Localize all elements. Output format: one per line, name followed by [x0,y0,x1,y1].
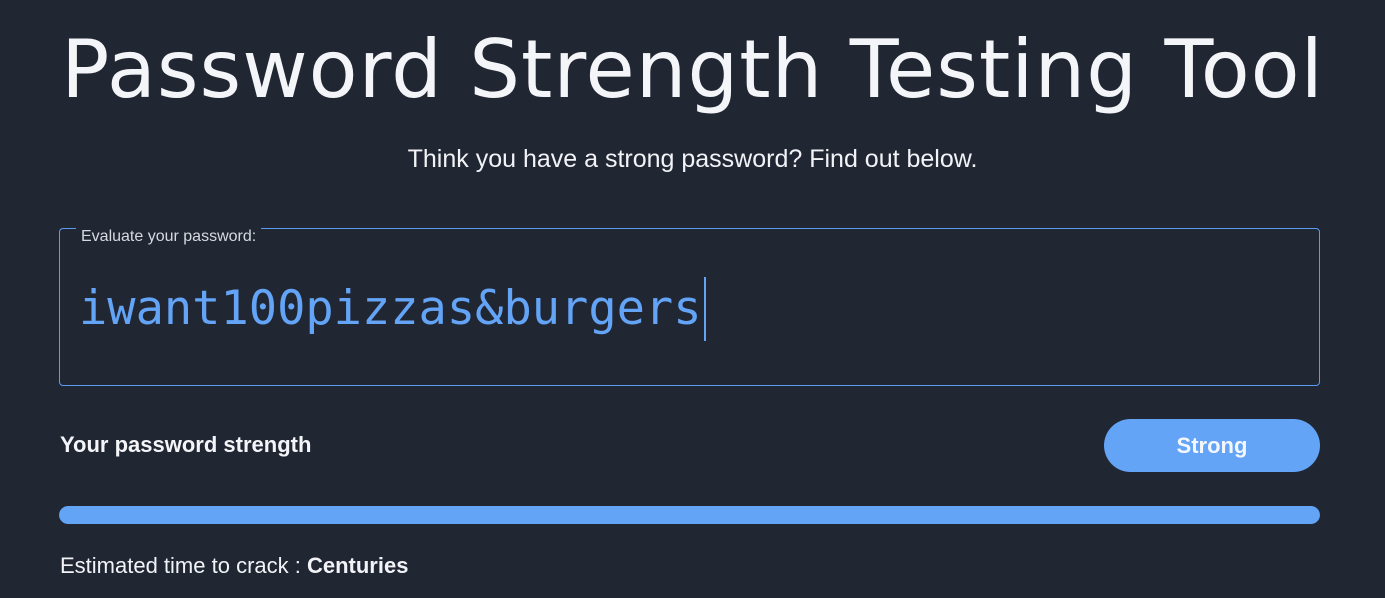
password-input[interactable]: iwant100pizzas&burgers [79,273,1279,345]
strength-label: Your password strength [60,432,312,457]
password-field-label: Evaluate your password: [76,227,262,247]
crack-time-value: Centuries [306,553,409,578]
text-caret [703,277,706,341]
page-title: Password Strength Testing Tool [61,23,1324,116]
password-input-value: iwant100pizzas&burgers [79,281,702,336]
strength-progress-fill [59,506,1320,524]
page-subtitle: Think you have a strong password? Find o… [407,145,978,173]
strength-rating-badge: Strong [1104,419,1320,472]
strength-progress-bar [59,506,1320,524]
password-fieldset: Evaluate your password: iwant100pizzas&b… [59,227,1320,386]
crack-time-label: Estimated time to crack : [60,553,307,578]
crack-time-line: Estimated time to crack : Centuries [60,551,408,581]
